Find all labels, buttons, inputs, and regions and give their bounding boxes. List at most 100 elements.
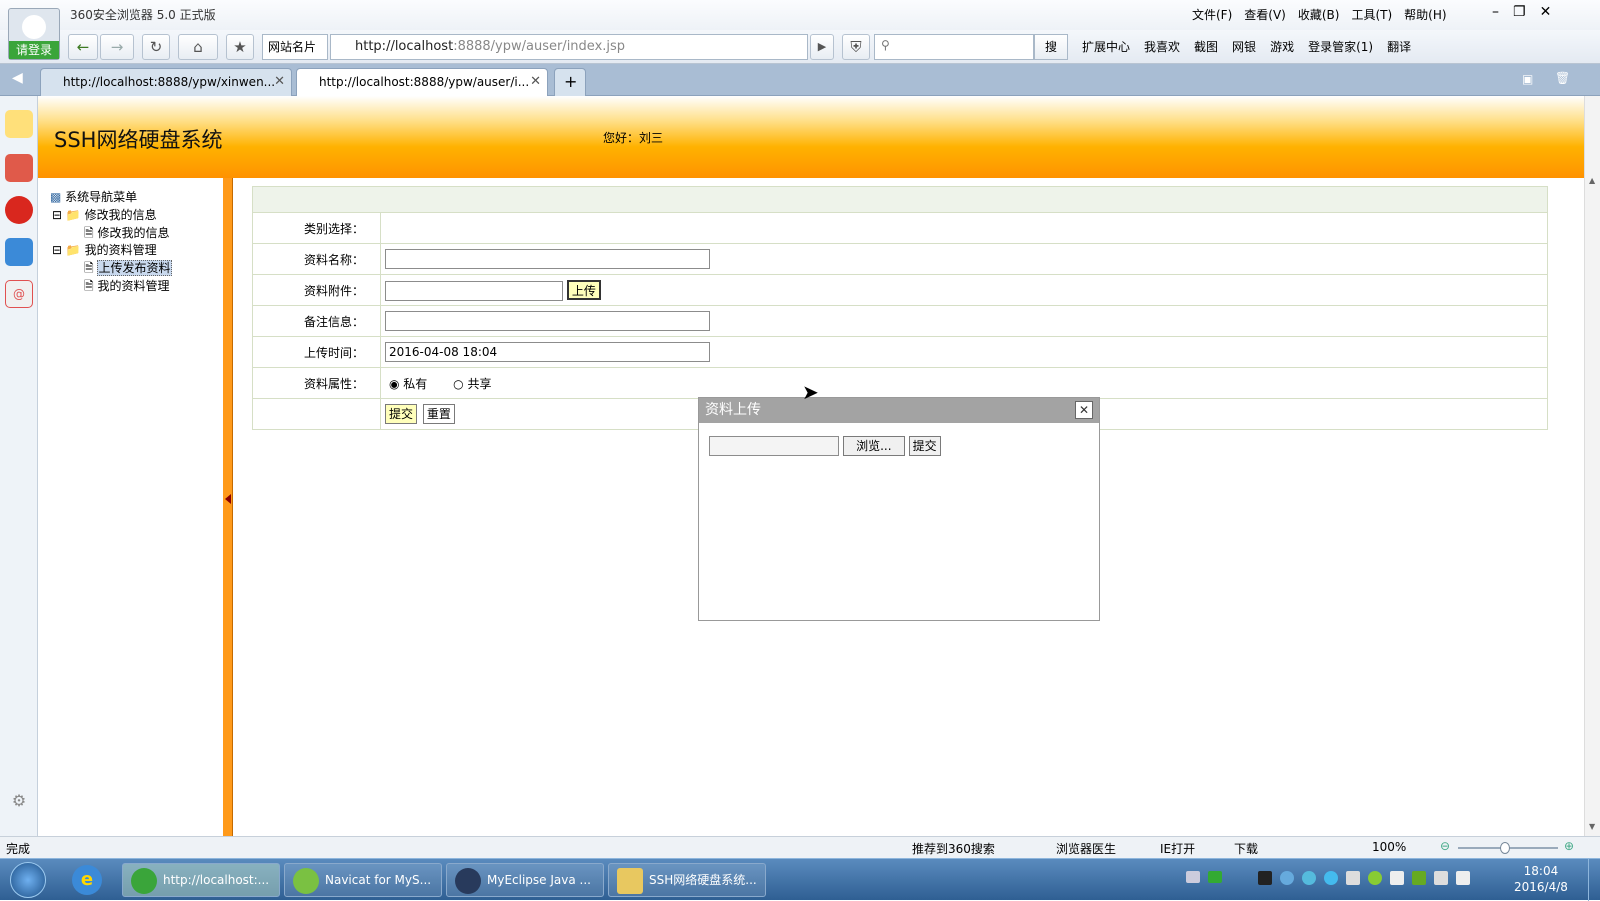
- dialog-close-icon[interactable]: ✕: [1075, 401, 1093, 419]
- zoom-level[interactable]: 100%: [1372, 840, 1406, 854]
- favorites-star-icon[interactable]: [5, 110, 33, 138]
- reset-button[interactable]: 重置: [422, 404, 455, 424]
- page-icon: 🗎: [84, 279, 94, 293]
- extension-center-button[interactable]: 扩展中心: [1082, 38, 1130, 55]
- zoom-thumb[interactable]: [1500, 842, 1510, 854]
- taskbar-clock[interactable]: 18:04 2016/4/8: [1514, 863, 1568, 895]
- upload-time-input[interactable]: [385, 342, 710, 362]
- keyboard-icon[interactable]: [1186, 871, 1200, 883]
- tree-item-my-materials[interactable]: 🗎 我的资料管理: [84, 277, 170, 298]
- menu-tools[interactable]: 工具(T): [1351, 6, 1392, 23]
- mobile-icon[interactable]: [5, 238, 33, 266]
- task-navicat[interactable]: Navicat for MyS...: [284, 863, 442, 897]
- attachment-input[interactable]: [385, 280, 563, 301]
- minimize-icon[interactable]: –: [1492, 4, 1499, 20]
- tree-group-materials[interactable]: ⊟ 📁 我的资料管理: [52, 241, 157, 258]
- radio-private[interactable]: ◉ 私有: [389, 377, 427, 391]
- tree-group-profile[interactable]: ⊟ 📁 修改我的信息: [52, 206, 157, 223]
- zoom-slider[interactable]: ⊖ ⊕: [1440, 839, 1580, 855]
- close-window-icon[interactable]: ✕: [1540, 4, 1552, 20]
- search-input[interactable]: ⚲: [874, 34, 1034, 60]
- scroll-up-icon[interactable]: ▲: [1589, 176, 1595, 185]
- favorites-like-button[interactable]: 我喜欢: [1144, 38, 1180, 55]
- frame-divider[interactable]: [223, 178, 233, 836]
- translate-button[interactable]: 翻译: [1387, 38, 1411, 55]
- task-folder[interactable]: SSH网络硬盘系统...: [608, 863, 766, 897]
- login-label[interactable]: 请登录: [9, 41, 59, 59]
- radio-shared[interactable]: ○ 共享: [453, 377, 491, 391]
- tab-close-icon[interactable]: ✕: [530, 69, 541, 95]
- menu-file[interactable]: 文件(F): [1192, 6, 1232, 23]
- ie-taskbar-icon[interactable]: e: [72, 865, 102, 895]
- extension-bar: 扩展中心 我喜欢 截图 网银 游戏 登录管家(1) 翻译: [1082, 38, 1411, 55]
- menu-help[interactable]: 帮助(H): [1404, 6, 1446, 23]
- collapse-icon[interactable]: ⊟: [52, 208, 62, 222]
- trash-icon[interactable]: 🗑: [1555, 71, 1570, 85]
- remark-cell: [380, 305, 1548, 337]
- search-button[interactable]: 搜: [1034, 34, 1068, 60]
- collapse-icon[interactable]: ⊟: [52, 243, 62, 257]
- tray-display-icon[interactable]: [1434, 871, 1448, 885]
- sidebar-toggle-icon[interactable]: ◀: [12, 70, 23, 86]
- go-button[interactable]: ▶: [810, 34, 834, 60]
- menu-view[interactable]: 查看(V): [1244, 6, 1286, 23]
- tab-auser[interactable]: http://localhost:8888/ypw/auser/i... ✕: [296, 68, 548, 96]
- tray-network-icon[interactable]: [1302, 871, 1316, 885]
- tab-close-icon[interactable]: ✕: [274, 69, 285, 95]
- flag-icon[interactable]: [1208, 871, 1222, 883]
- submit-button[interactable]: 提交: [385, 404, 418, 424]
- start-button[interactable]: [10, 862, 46, 898]
- settings-gear-icon[interactable]: ⚙: [5, 788, 33, 816]
- zoom-in-icon[interactable]: ⊕: [1564, 839, 1574, 853]
- remark-input[interactable]: [385, 311, 710, 331]
- attribute-label: 资料属性：: [252, 367, 381, 399]
- back-button[interactable]: ←: [68, 34, 98, 60]
- tray-app-icon[interactable]: [1258, 871, 1272, 885]
- user-avatar[interactable]: 请登录: [8, 8, 60, 60]
- time-label: 上传时间：: [252, 336, 381, 368]
- screenshot-button[interactable]: 截图: [1194, 38, 1218, 55]
- ie-open-button[interactable]: IE打开: [1160, 840, 1195, 857]
- material-name-input[interactable]: [385, 249, 710, 269]
- forward-button[interactable]: →: [100, 34, 134, 60]
- page-scrollbar[interactable]: ▲ ▼: [1584, 96, 1600, 836]
- tab-xinwen[interactable]: http://localhost:8888/ypw/xinwen... ✕: [40, 68, 292, 96]
- weibo-icon[interactable]: [5, 196, 33, 224]
- zoom-out-icon[interactable]: ⊖: [1440, 839, 1450, 853]
- site-card-dropdown[interactable]: 网站名片: [262, 34, 328, 60]
- restore-icon[interactable]: ❐: [1513, 4, 1526, 20]
- online-bank-button[interactable]: 网银: [1232, 38, 1256, 55]
- tray-360-icon[interactable]: [1324, 871, 1338, 885]
- news-icon[interactable]: [5, 154, 33, 182]
- security-button[interactable]: ⛨: [842, 34, 870, 60]
- browser-doctor-button[interactable]: 浏览器医生: [1056, 840, 1116, 857]
- volume-icon[interactable]: [1456, 871, 1470, 885]
- tab-count-icon[interactable]: ▣: [1522, 72, 1533, 86]
- collapse-arrow-icon[interactable]: [225, 494, 231, 504]
- games-button[interactable]: 游戏: [1270, 38, 1294, 55]
- login-manager-button[interactable]: 登录管家(1): [1308, 38, 1373, 55]
- task-myeclipse[interactable]: MyEclipse Java ...: [446, 863, 604, 897]
- dialog-submit-button[interactable]: 提交: [908, 436, 941, 456]
- task-browser[interactable]: http://localhost:...: [122, 863, 280, 897]
- dialog-file-input[interactable]: [709, 436, 839, 456]
- favorite-button[interactable]: ★: [226, 34, 254, 60]
- tray-plane-icon[interactable]: [1390, 871, 1404, 885]
- browse-button[interactable]: 浏览...: [842, 436, 905, 456]
- recommend-360-button[interactable]: 推荐到360搜索: [912, 840, 995, 857]
- new-tab-button[interactable]: +: [554, 68, 586, 96]
- download-button[interactable]: 下载: [1234, 840, 1258, 857]
- menu-favorites[interactable]: 收藏(B): [1298, 6, 1340, 23]
- home-button[interactable]: ⌂: [178, 34, 218, 60]
- address-bar[interactable]: http://localhost:8888/ypw/auser/index.js…: [330, 34, 808, 60]
- tray-safe-icon[interactable]: [1368, 871, 1382, 885]
- scroll-down-icon[interactable]: ▼: [1589, 822, 1595, 831]
- upload-button[interactable]: 上传: [566, 279, 601, 300]
- tray-nvidia-icon[interactable]: [1412, 871, 1426, 885]
- tray-search-icon[interactable]: [1280, 871, 1294, 885]
- show-desktop-button[interactable]: [1588, 859, 1600, 901]
- email-icon[interactable]: @: [5, 280, 33, 308]
- navicat-icon: [293, 868, 319, 894]
- refresh-button[interactable]: ↻: [142, 34, 170, 60]
- tray-tools-icon[interactable]: [1346, 871, 1360, 885]
